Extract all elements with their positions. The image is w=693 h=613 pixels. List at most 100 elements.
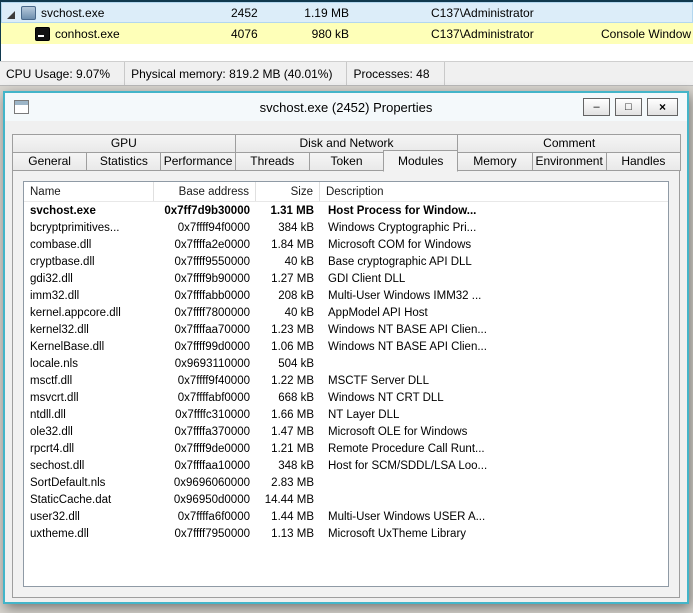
module-description: Windows Cryptographic Pri... (328, 221, 477, 234)
module-row[interactable]: msctf.dll 0x7ffff9f40000 1.22 MB MSCTF S… (24, 372, 668, 389)
module-row[interactable]: ole32.dll 0x7ffffa370000 1.47 MB Microso… (24, 423, 668, 440)
module-description: Base cryptographic API DLL (328, 255, 472, 268)
module-base-address: 0x7ffff94f0000 (177, 221, 250, 234)
modules-table: Name Base address Size Description svcho… (23, 181, 669, 587)
window-controls: – □ × (583, 98, 678, 116)
module-description: AppModel API Host (328, 306, 428, 319)
module-name: SortDefault.nls (30, 476, 106, 489)
module-size: 40 kB (284, 255, 314, 268)
tab-row-1: GPU Disk and Network Comment (12, 134, 682, 153)
column-header-description[interactable]: Description (320, 182, 668, 201)
module-row[interactable]: cryptbase.dll 0x7ffff9550000 40 kB Base … (24, 253, 668, 270)
process-row-svchost[interactable]: svchost.exe 2452 1.19 MB C137\Administra… (1, 2, 693, 23)
module-size: 504 kB (278, 357, 314, 370)
module-base-address: 0x9696060000 (173, 476, 250, 489)
module-description: Windows NT CRT DLL (328, 391, 444, 404)
module-row[interactable]: gdi32.dll 0x7ffff9b90000 1.27 MB GDI Cli… (24, 270, 668, 287)
module-row[interactable]: kernel32.dll 0x7ffffaa70000 1.23 MB Wind… (24, 321, 668, 338)
module-base-address: 0x7ffffaa70000 (174, 323, 250, 336)
module-name: uxtheme.dll (30, 527, 89, 540)
tab[interactable]: Modules (383, 150, 459, 172)
maximize-button[interactable]: □ (615, 98, 642, 116)
module-row[interactable]: KernelBase.dll 0x7ffff99d0000 1.06 MB Wi… (24, 338, 668, 355)
module-row[interactable]: SortDefault.nls 0x9696060000 2.83 MB (24, 474, 668, 491)
dialog-titlebar[interactable]: svchost.exe (2452) Properties – □ × (5, 93, 687, 121)
tab[interactable]: General (12, 152, 88, 171)
module-name: kernel.appcore.dll (30, 306, 121, 319)
module-row[interactable]: StaticCache.dat 0x96950d0000 14.44 MB (24, 491, 668, 508)
module-size: 40 kB (284, 306, 314, 319)
modules-tab-panel: Name Base address Size Description svcho… (12, 170, 680, 598)
module-name: locale.nls (30, 357, 78, 370)
module-row[interactable]: user32.dll 0x7ffffa6f0000 1.44 MB Multi-… (24, 508, 668, 525)
module-size: 1.44 MB (271, 510, 314, 523)
module-base-address: 0x7ffff9550000 (174, 255, 250, 268)
module-name: msvcrt.dll (30, 391, 79, 404)
tree-expander-icon[interactable] (7, 10, 15, 19)
module-row[interactable]: msvcrt.dll 0x7ffffabf0000 668 kB Windows… (24, 389, 668, 406)
tab[interactable]: Memory (457, 152, 533, 171)
module-description: Host for SCM/SDDL/LSA Loo... (328, 459, 488, 472)
console-process-icon (35, 26, 50, 41)
minimize-button[interactable]: – (583, 98, 610, 116)
module-row[interactable]: ntdll.dll 0x7ffffc310000 1.66 MB NT Laye… (24, 406, 668, 423)
module-description: Microsoft COM for Windows (328, 238, 472, 251)
process-row-conhost[interactable]: conhost.exe 4076 980 kB C137\Administrat… (1, 23, 693, 44)
module-base-address: 0x9693110000 (174, 357, 250, 370)
app-icon (14, 100, 29, 114)
module-description: MSCTF Server DLL (328, 374, 429, 387)
tab[interactable]: Token (308, 152, 385, 171)
column-header-base-address[interactable]: Base address (154, 182, 256, 201)
module-base-address: 0x7ffffabb0000 (174, 289, 250, 302)
tab[interactable]: Performance (160, 152, 236, 171)
svchost-process-icon (21, 5, 36, 20)
module-row[interactable]: sechost.dll 0x7ffffaa10000 348 kB Host f… (24, 457, 668, 474)
module-size: 2.83 MB (271, 476, 314, 489)
module-name: ntdll.dll (30, 408, 66, 421)
tab[interactable]: Threads (234, 152, 310, 171)
module-row[interactable]: locale.nls 0x9693110000 504 kB (24, 355, 668, 372)
module-row[interactable]: rpcrt4.dll 0x7ffff9de0000 1.21 MB Remote… (24, 440, 668, 457)
module-row[interactable]: combase.dll 0x7ffffa2e0000 1.84 MB Micro… (24, 236, 668, 253)
close-button[interactable]: × (647, 98, 678, 116)
module-base-address: 0x7ffffa370000 (174, 425, 250, 438)
module-description: Windows NT BASE API Clien... (328, 340, 487, 353)
module-row[interactable]: bcryptprimitives... 0x7ffff94f0000 384 k… (24, 219, 668, 236)
module-size: 208 kB (278, 289, 314, 302)
module-row[interactable]: uxtheme.dll 0x7ffff7950000 1.13 MB Micro… (24, 525, 668, 542)
module-size: 384 kB (278, 221, 314, 234)
process-memory: 1.19 MB (304, 5, 349, 20)
module-size: 1.66 MB (271, 408, 314, 421)
module-base-address: 0x7ffff9de0000 (174, 442, 250, 455)
module-base-address: 0x7ffffabf0000 (177, 391, 250, 404)
module-description: Multi-User Windows IMM32 ... (328, 289, 482, 302)
module-base-address: 0x7ff7d9b30000 (164, 204, 250, 217)
module-name: gdi32.dll (30, 272, 73, 285)
module-description: Multi-User Windows USER A... (328, 510, 486, 523)
column-header-name[interactable]: Name (24, 182, 154, 201)
module-base-address: 0x7ffff99d0000 (174, 340, 250, 353)
module-row[interactable]: imm32.dll 0x7ffffabb0000 208 kB Multi-Us… (24, 287, 668, 304)
module-description: Microsoft OLE for Windows (328, 425, 468, 438)
tab[interactable]: Handles (605, 152, 681, 171)
tab[interactable]: Environment (531, 152, 607, 171)
module-row[interactable]: svchost.exe 0x7ff7d9b30000 1.31 MB Host … (24, 202, 668, 219)
tab[interactable]: Statistics (86, 152, 162, 171)
tab-control: GPU Disk and Network Comment General Sta… (12, 134, 682, 598)
module-row[interactable]: kernel.appcore.dll 0x7ffff7800000 40 kB … (24, 304, 668, 321)
module-description: Microsoft UxTheme Library (328, 527, 467, 540)
module-name: cryptbase.dll (30, 255, 95, 268)
tab-row-2: General Statistics Performance Threads T… (12, 150, 681, 172)
column-header-size[interactable]: Size (256, 182, 320, 201)
tab[interactable]: Comment (457, 134, 682, 153)
module-size: 1.31 MB (270, 204, 314, 217)
module-size: 1.23 MB (271, 323, 314, 336)
module-size: 1.47 MB (271, 425, 314, 438)
module-base-address: 0x7ffffaa10000 (174, 459, 250, 472)
module-name: imm32.dll (30, 289, 80, 302)
modules-table-body: svchost.exe 0x7ff7d9b30000 1.31 MB Host … (24, 202, 668, 542)
module-size: 668 kB (278, 391, 314, 404)
module-size: 1.84 MB (271, 238, 314, 251)
module-name: user32.dll (30, 510, 80, 523)
tab[interactable]: GPU (12, 134, 236, 153)
